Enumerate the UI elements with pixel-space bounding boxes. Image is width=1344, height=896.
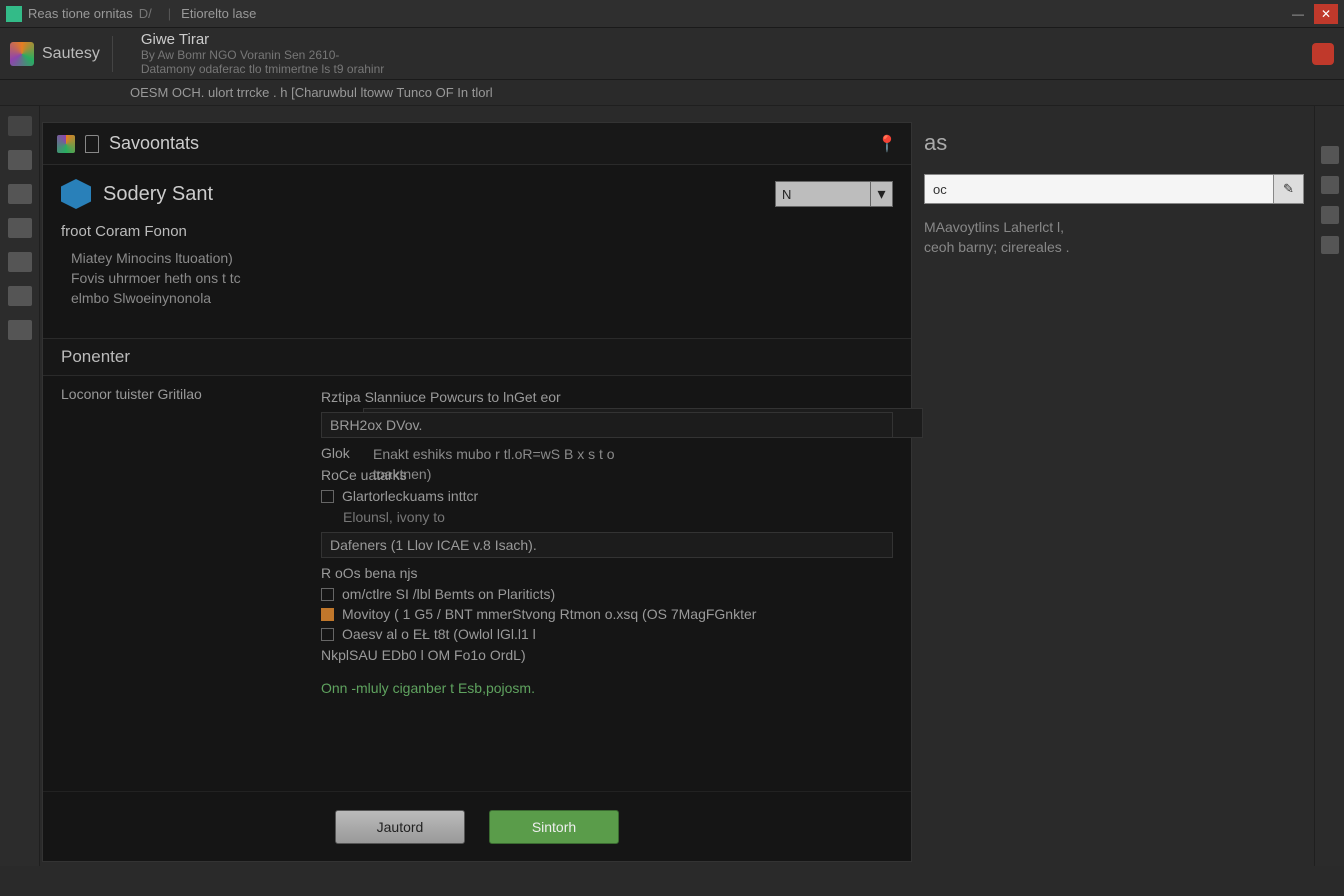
settings-dialog: Savoontats 📍 Sodery Sant N ▾ froot Coram… [42, 122, 912, 862]
breadcrumb-text: OESM OCH. ulort trrcke . h [Charuwbul lt… [130, 85, 493, 100]
dialog-app-icon [57, 135, 75, 153]
prop-check-4[interactable]: Oaesv al o EŁ t8t (Owlol lGl.l1 l [321, 624, 893, 644]
titlebar-app: Reas tione ornitas [28, 6, 133, 21]
rail-button-1[interactable] [8, 150, 32, 170]
right-rail-close-icon[interactable] [1321, 146, 1339, 164]
profile-combo-value: N [782, 187, 791, 202]
cancel-button[interactable]: Jautord [335, 810, 465, 844]
rail-button-2[interactable] [8, 184, 32, 204]
bookmark-icon [85, 135, 99, 153]
chevron-down-icon[interactable]: ▾ [871, 181, 893, 207]
rail-button-6[interactable] [8, 320, 32, 340]
window-titlebar: Reas tione ornitas D/ | Etiorelto lase —… [0, 0, 1344, 28]
brand-logo-icon [10, 42, 34, 66]
side-search-input[interactable] [924, 174, 1274, 204]
nav-item-1[interactable]: Miatey Minocins ltuoation) [49, 248, 323, 268]
dialog-tab-title: Savoontats [109, 133, 199, 154]
header-divider [112, 36, 113, 72]
left-toolbar [0, 106, 40, 866]
header-subtitle-2: Datamony odaferac tlo tmimertne ls t9 or… [141, 62, 384, 76]
prop-sub-1: Elounsl, ivony to [321, 506, 893, 528]
prop-check-2-label: om/ctlre SI /lbl Bemts on Plariticts) [342, 586, 555, 602]
bug-icon[interactable] [1312, 43, 1334, 65]
app-header: Sautesy Giwe Tirar By Aw Bomr NGO Vorani… [0, 28, 1344, 80]
dialog-titlebar: Savoontats 📍 [43, 123, 911, 165]
titlebar-divider: | [168, 6, 171, 21]
dialog-footer: Jautord Sintorh [43, 791, 911, 861]
prop-check-3[interactable]: Movitoy ( 1 G5 / BNT mmerStvong Rtmon o.… [321, 604, 893, 624]
prop-row-2: Glok [321, 442, 893, 464]
header-title: Giwe Tirar [141, 31, 384, 48]
ok-button[interactable]: Sintorh [489, 810, 619, 844]
titlebar-sep-glyph: D/ [139, 6, 152, 21]
dialog-header: Sodery Sant N ▾ [43, 165, 911, 219]
side-panel: as ✎ MAavoytlins Laherlct l, ceoh barny;… [924, 130, 1304, 257]
prop-check-4-label: Oaesv al o EŁ t8t (Owlol lGl.l1 l [342, 626, 536, 642]
rail-button-3[interactable] [8, 218, 32, 238]
nav-item-2[interactable]: Fovis uhrmoer heth ons t tc [49, 268, 323, 288]
prop-row-3: RoCe uatarks [321, 464, 893, 486]
rail-button-4[interactable] [8, 252, 32, 272]
side-desc-line-2: ceoh barny; cirereales . [924, 238, 1304, 258]
side-desc-line-1: MAavoytlins Laherlct l, [924, 218, 1304, 238]
rail-button-5[interactable] [8, 286, 32, 306]
profile-combo[interactable]: N ▾ [775, 181, 893, 207]
properties-header: Ponenter [43, 338, 911, 376]
lock-icon[interactable] [8, 116, 32, 136]
prop-check-2[interactable]: om/ctlre SI /lbl Bemts on Plariticts) [321, 584, 893, 604]
titlebar-doc: Etiorelto lase [181, 6, 256, 21]
prop-field-2[interactable]: Dafeners (1 Llov ICAE v.8 Isach). [321, 532, 893, 558]
window-close-button[interactable]: ✕ [1314, 4, 1338, 24]
section-label: froot Coram Fonon [43, 219, 911, 248]
right-rail-button-1[interactable] [1321, 176, 1339, 194]
nav-item-3[interactable]: elmbo Slwoeinynonola [49, 288, 323, 308]
prop-status-success: Onn -mluly ciganber t Esb,pojosm. [321, 666, 893, 696]
brand-name: Sautesy [42, 45, 100, 63]
prop-field-1[interactable]: BRH2ox DVov. [321, 412, 893, 438]
side-search-button[interactable]: ✎ [1274, 174, 1304, 204]
pin-icon[interactable]: 📍 [877, 134, 897, 154]
window-minimize-button[interactable]: — [1286, 4, 1310, 24]
prop-check-3-label: Movitoy ( 1 G5 / BNT mmerStvong Rtmon o.… [342, 606, 756, 622]
prop-check-1[interactable]: Glartorleckuams inttcr [321, 486, 893, 506]
prop-row-1: Rztipa Slanniuce Powcurs to lnGet eor [321, 386, 893, 408]
prop-row-4: R oOs bena njs [321, 562, 893, 584]
prop-row-5: NkplSAU EDb0 l OM Fo1o OrdL) [321, 644, 893, 666]
right-toolbar [1314, 106, 1344, 866]
properties-category[interactable]: Loconor tuister Gritilao [61, 386, 321, 402]
app-icon [6, 6, 22, 22]
header-subtitle-1: By Aw Bomr NGO Voranin Sen 2610- [141, 48, 384, 62]
prop-check-1-label: Glartorleckuams inttcr [342, 488, 478, 504]
breadcrumb-bar: OESM OCH. ulort trrcke . h [Charuwbul lt… [0, 80, 1344, 106]
package-icon [61, 179, 91, 209]
right-rail-button-3[interactable] [1321, 236, 1339, 254]
right-rail-button-2[interactable] [1321, 206, 1339, 224]
dialog-title: Sodery Sant [103, 183, 213, 206]
side-panel-title: as [924, 130, 1304, 156]
